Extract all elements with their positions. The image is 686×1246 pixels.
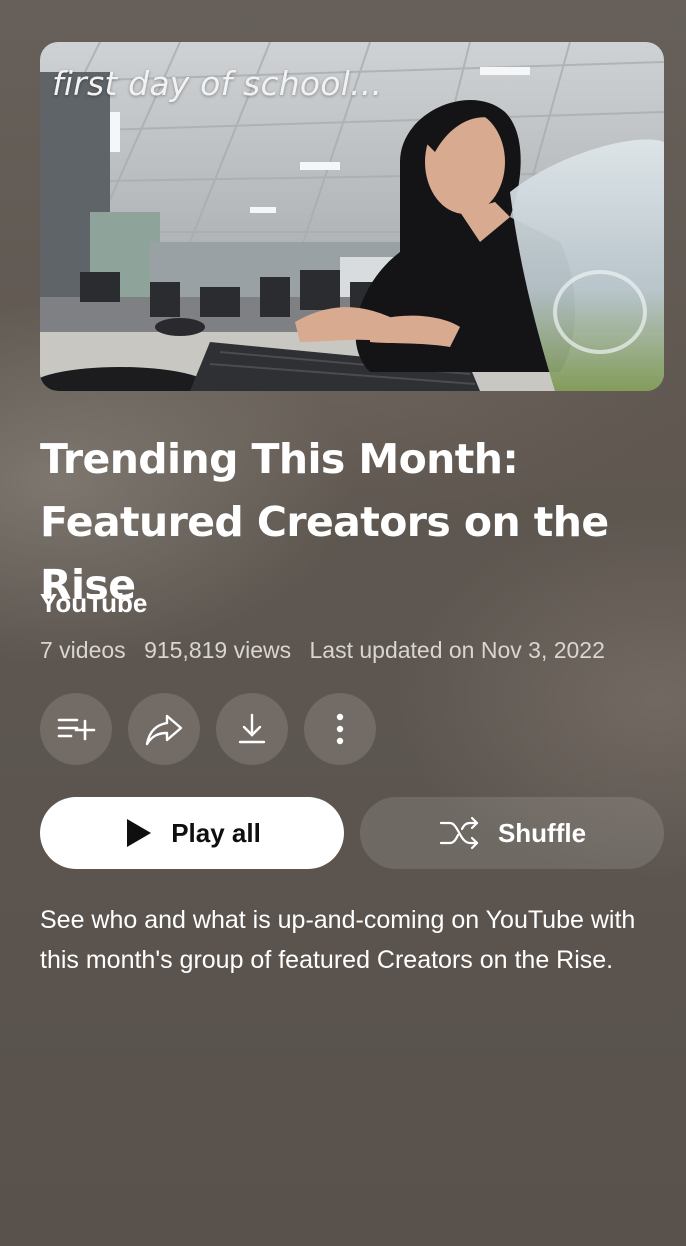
more-actions-button[interactable]	[304, 693, 376, 765]
playlist-header: first day of school... Trending This Mon…	[0, 0, 686, 1246]
share-icon	[145, 714, 183, 746]
play-all-button[interactable]: Play all	[40, 797, 344, 869]
view-count: 915,819 views	[144, 637, 292, 663]
play-icon	[127, 819, 152, 847]
play-all-label: Play all	[171, 817, 261, 848]
shuffle-button[interactable]: Shuffle	[360, 797, 664, 869]
download-button[interactable]	[216, 693, 288, 765]
playlist-description: See who and what is up-and-coming on You…	[40, 906, 636, 974]
channel-name[interactable]: YouTube	[40, 588, 147, 619]
playlist-thumbnail[interactable]: first day of school...	[40, 42, 664, 391]
save-to-library-button[interactable]	[40, 693, 112, 765]
video-count: 7 videos	[40, 637, 126, 663]
more-vertical-icon	[336, 713, 344, 745]
thumbnail-caption: first day of school...	[52, 64, 383, 103]
share-button[interactable]	[128, 693, 200, 765]
shuffle-icon	[439, 816, 479, 850]
playlist-stats: 7 videos 915,819 views Last updated on N…	[40, 637, 617, 664]
shuffle-label: Shuffle	[497, 817, 587, 848]
last-updated: Last updated on Nov 3, 2022	[309, 637, 605, 663]
download-icon	[238, 713, 266, 744]
playlist-add-icon	[57, 718, 96, 741]
